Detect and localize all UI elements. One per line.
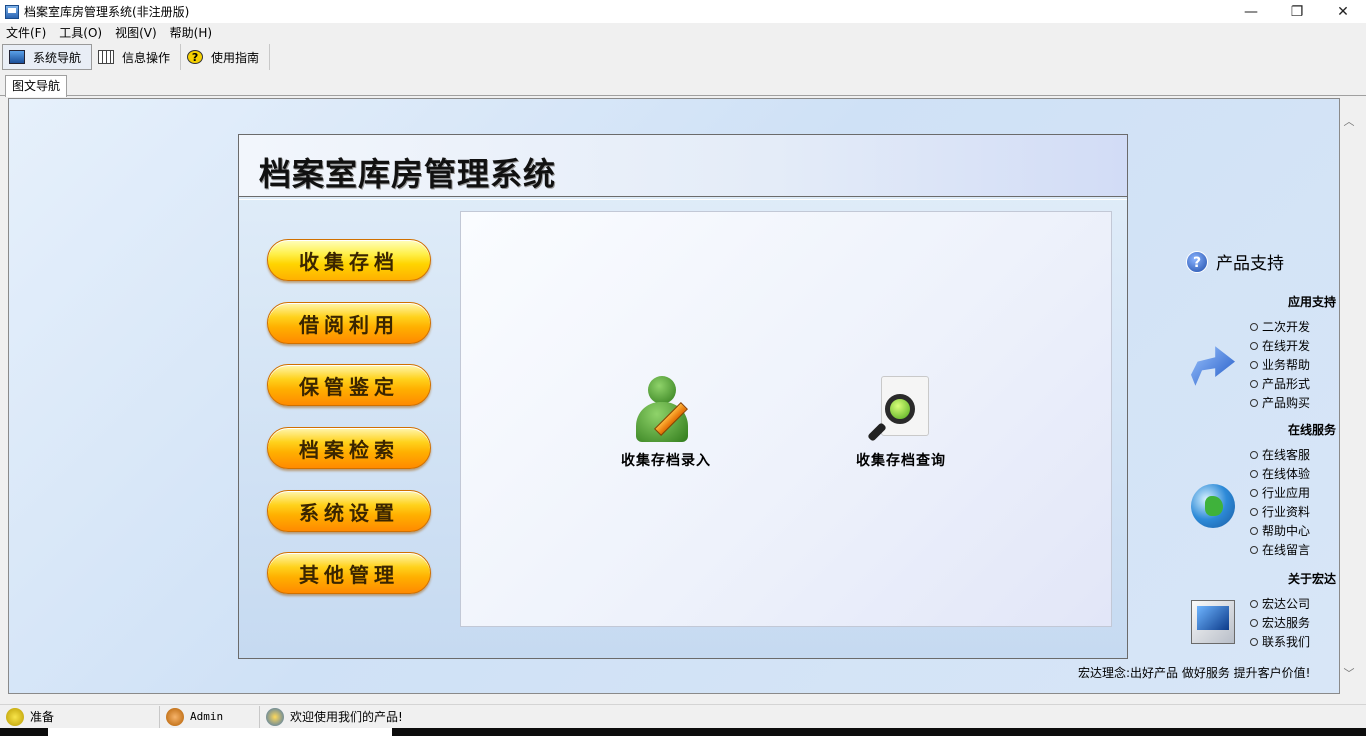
- feature-collect-entry[interactable]: 收集存档录入: [591, 376, 741, 470]
- monitor-icon: [1191, 600, 1235, 644]
- menu-help[interactable]: 帮助(H): [164, 24, 219, 41]
- close-button[interactable]: ✕: [1320, 0, 1366, 23]
- status-bar: 准备 Admin 欢迎使用我们的产品!: [0, 704, 1366, 728]
- toolbar-nav-label: 系统导航: [33, 50, 82, 65]
- nav-button-settings[interactable]: 系统设置: [267, 490, 431, 532]
- menu-file[interactable]: 文件(F): [0, 24, 53, 41]
- taskbar: [0, 728, 1366, 736]
- side-link-online-trial[interactable]: 在线体验: [1250, 464, 1340, 483]
- window-title: 档案室库房管理系统(非注册版): [24, 5, 190, 19]
- tab-row: 图文导航: [0, 72, 1366, 97]
- side-link-secondary-dev[interactable]: 二次开发: [1250, 317, 1340, 336]
- side-link-online-service[interactable]: 在线客服: [1250, 445, 1340, 464]
- globe-icon: [1191, 484, 1235, 528]
- content-area: 收集存档录入 收集存档查询: [460, 211, 1112, 627]
- side-link-company[interactable]: 宏达公司: [1250, 594, 1340, 613]
- side-heading: 应用支持: [1287, 295, 1336, 309]
- help-icon: ?: [187, 50, 204, 64]
- toolbar-info-label: 信息操作: [122, 50, 171, 65]
- nav-button-collect[interactable]: 收集存档: [267, 239, 431, 281]
- status-welcome-label: 欢迎使用我们的产品!: [290, 710, 403, 724]
- maximize-button[interactable]: ❐: [1274, 0, 1320, 23]
- side-section-online-service: 在线服务 在线客服 在线体验 行业应用 行业资料 帮助中心 在线留言: [1250, 421, 1340, 559]
- side-heading: 关于宏达: [1287, 572, 1336, 586]
- toolbar: 系统导航 信息操作 ? 使用指南: [0, 42, 1366, 72]
- feature-collect-query[interactable]: 收集存档查询: [826, 376, 976, 470]
- scroll-down-icon[interactable]: ﹀: [1343, 668, 1355, 680]
- main-header: 档案室库房管理系统: [239, 135, 1127, 197]
- company-slogan: 宏达理念:出好产品 做好服务 提升客户价值!: [1078, 666, 1311, 680]
- user-edit-icon: [636, 376, 696, 444]
- feature-collect-entry-label: 收集存档录入: [621, 453, 711, 469]
- app-icon: [5, 4, 19, 19]
- nav-button-search[interactable]: 档案检索: [267, 427, 431, 469]
- side-section-app-support: 应用支持 二次开发 在线开发 业务帮助 产品形式 产品购买: [1250, 293, 1340, 412]
- side-section-about: 关于宏达 宏达公司 宏达服务 联系我们: [1250, 570, 1340, 651]
- status-ready-label: 准备: [30, 710, 55, 724]
- tab-graphic-nav[interactable]: 图文导航: [5, 75, 68, 97]
- side-link-help-center[interactable]: 帮助中心: [1250, 521, 1340, 540]
- status-user-label: Admin: [190, 710, 224, 723]
- grid-icon: [98, 50, 115, 64]
- divider: [239, 199, 1127, 200]
- status-ready: 准备: [0, 705, 160, 728]
- product-support-label: 产品支持: [1216, 254, 1284, 274]
- title-bar: 档案室库房管理系统(非注册版) — ❐ ✕: [0, 0, 1366, 23]
- side-link-industry-app[interactable]: 行业应用: [1250, 483, 1340, 502]
- menu-tools[interactable]: 工具(O): [53, 24, 109, 41]
- menu-bar: 文件(F) 工具(O) 视图(V) 帮助(H): [0, 23, 1366, 42]
- user-icon: [166, 707, 184, 726]
- status-icon: [6, 707, 24, 726]
- minimize-button[interactable]: —: [1228, 0, 1274, 23]
- status-user: Admin: [160, 705, 260, 728]
- side-link-contact[interactable]: 联系我们: [1250, 632, 1340, 651]
- side-link-online-dev[interactable]: 在线开发: [1250, 336, 1340, 355]
- vertical-scrollbar[interactable]: ︿ ﹀: [1340, 98, 1358, 694]
- side-link-purchase[interactable]: 产品购买: [1250, 393, 1340, 412]
- nav-button-custody[interactable]: 保管鉴定: [267, 364, 431, 406]
- toolbar-guide-label: 使用指南: [211, 50, 260, 65]
- main-title: 档案室库房管理系统: [259, 155, 557, 193]
- menu-view[interactable]: 视图(V): [109, 24, 164, 41]
- nav-button-borrow[interactable]: 借阅利用: [267, 302, 431, 344]
- toolbar-guide-button[interactable]: ? 使用指南: [181, 44, 271, 70]
- side-heading: 在线服务: [1287, 423, 1336, 437]
- product-support-title: ? 产品支持: [1186, 249, 1284, 274]
- feature-collect-query-label: 收集存档查询: [856, 453, 946, 469]
- nav-button-other[interactable]: 其他管理: [267, 552, 431, 594]
- side-link-product-form[interactable]: 产品形式: [1250, 374, 1340, 393]
- side-link-industry-docs[interactable]: 行业资料: [1250, 502, 1340, 521]
- status-welcome: 欢迎使用我们的产品!: [260, 706, 403, 728]
- toolbar-nav-button[interactable]: 系统导航: [2, 44, 93, 70]
- side-link-service[interactable]: 宏达服务: [1250, 613, 1340, 632]
- question-icon: ?: [1186, 250, 1208, 273]
- users-icon: [266, 707, 284, 726]
- side-link-business-help[interactable]: 业务帮助: [1250, 355, 1340, 374]
- main-box: 档案室库房管理系统 收集存档 借阅利用 保管鉴定 档案检索 系统设置 其他管理 …: [238, 134, 1128, 659]
- monitor-icon: [9, 50, 25, 64]
- toolbar-info-button[interactable]: 信息操作: [92, 44, 182, 70]
- side-link-message[interactable]: 在线留言: [1250, 540, 1340, 559]
- scroll-up-icon[interactable]: ︿: [1343, 116, 1355, 128]
- search-doc-icon: [867, 376, 931, 444]
